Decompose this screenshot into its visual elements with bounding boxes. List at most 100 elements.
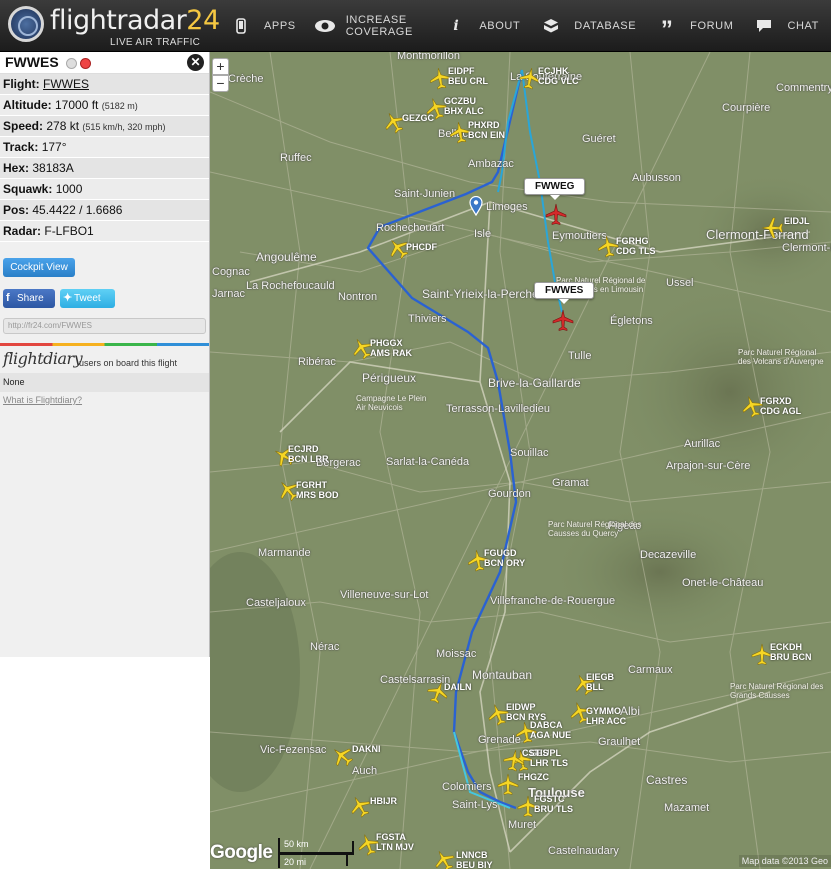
aircraft-icon[interactable] (760, 216, 784, 240)
city-label: Isle (474, 228, 492, 240)
radar-logo-icon (8, 6, 44, 42)
aircraft-flag[interactable]: FWWEG (524, 178, 586, 200)
google-logo: Google (210, 842, 273, 863)
aircraft-callsign[interactable]: ECKDH BRU BCN (770, 642, 812, 662)
zoom-out-button[interactable]: − (212, 75, 229, 92)
tweet-button[interactable]: ✦ Tweet (60, 289, 115, 308)
city-label: Saint-Junien (394, 188, 456, 200)
nav-increase-coverage[interactable]: INCREASE COVERAGE (308, 0, 438, 52)
map-view[interactable]: Montmorillon Crèche La Souterraine Guére… (210, 52, 831, 869)
city-label: Brive-la-Gaillarde (488, 376, 581, 390)
cockpit-view-button[interactable]: Cockpit View (3, 258, 75, 277)
settings-icon[interactable] (66, 58, 77, 69)
aircraft-callsign[interactable]: FGRHT MRS BOD (296, 480, 339, 500)
chat-bubble-icon (751, 17, 777, 35)
detail-row-radar: Radar: F-LFBO1 (0, 221, 209, 242)
aircraft-callsign[interactable]: PHCDF (406, 242, 437, 252)
nav-coverage-label: INCREASE COVERAGE (345, 14, 413, 38)
nav-database[interactable]: DATABASE (532, 0, 648, 52)
flightdiary-users: None (0, 373, 209, 392)
selected-plane-icon[interactable] (544, 202, 568, 226)
city-label: Crèche (228, 73, 264, 85)
map-pin-icon[interactable] (469, 196, 483, 216)
aircraft-callsign[interactable]: PHGGX AMS RAK (370, 338, 412, 358)
selected-plane-icon[interactable] (551, 308, 575, 332)
city-label: Marmande (258, 547, 311, 559)
city-label: Aurillac (684, 438, 721, 450)
flight-info-panel: FWWES ✕ Flight: FWWES Altitude: 17000 ft… (0, 52, 210, 657)
aircraft-callsign[interactable]: GYMMO LHR ACC (586, 706, 626, 726)
detail-row-speed: Speed: 278 kt (515 km/h, 320 mph) (0, 116, 209, 137)
flight-title: FWWES (5, 54, 59, 70)
city-label: Villefranche-de-Rouergue (490, 595, 616, 607)
city-label: Saint-Lys (452, 799, 498, 811)
city-label: Saint-Yrieix-la-Perche (422, 287, 539, 301)
aircraft-callsign[interactable]: HBIJR (370, 796, 397, 806)
city-label: Villeneuve-sur-Lot (340, 589, 429, 601)
eye-icon (314, 17, 336, 35)
aircraft-callsign[interactable]: EIDPF BEU CRL (448, 66, 488, 86)
scale-mi-label: 20 mi (284, 857, 307, 867)
city-label: Thiviers (408, 313, 447, 325)
nav-about[interactable]: i ABOUT (437, 0, 532, 52)
aircraft-callsign[interactable]: EIDJL (784, 216, 810, 226)
city-label: Moissac (436, 648, 477, 660)
aircraft-flag[interactable]: FWWES (534, 282, 595, 304)
city-label: Ribérac (298, 356, 336, 368)
aircraft-callsign[interactable]: ECJHK CDG VLC (538, 66, 579, 86)
aircraft-callsign[interactable]: CSTIS (522, 748, 549, 758)
facebook-icon: f (6, 292, 10, 304)
aircraft-callsign[interactable]: LNNCB BEU BIY (456, 850, 493, 869)
flightdiary-logo: flightdiary (3, 349, 83, 368)
city-label: Aubusson (632, 172, 681, 184)
city-label: Arpajon-sur-Cère (666, 460, 751, 472)
city-label: Limoges (486, 201, 528, 213)
nav-forum[interactable]: ” FORUM (648, 0, 745, 52)
city-label: Commentry (776, 82, 831, 94)
map-attribution[interactable]: Map data ©2013 Geo (738, 855, 831, 867)
color-divider (0, 343, 209, 346)
detail-row-pos: Pos: 45.4422 / 1.6686 (0, 200, 209, 221)
nav-chat[interactable]: CHAT (745, 0, 831, 52)
park-label: Campagne Le Plein Air Neuvicois (356, 394, 427, 412)
park-label: Parc Naturel Régional des Grands Causses (730, 682, 824, 700)
aircraft-callsign[interactable]: DABCA AGA NUE (530, 720, 571, 740)
nav-forum-label: FORUM (690, 20, 734, 32)
aircraft-callsign[interactable]: FGRXD CDG AGL (760, 396, 801, 416)
city-label: Égletons (610, 315, 653, 327)
city-label: Souillac (510, 447, 549, 459)
close-button[interactable]: ✕ (187, 54, 204, 71)
aircraft-callsign[interactable]: FGSTA LTN MJV (376, 832, 414, 852)
facebook-share-button[interactable]: f Share (3, 289, 55, 308)
aircraft-callsign[interactable]: GCZBU BHX ALC (444, 96, 484, 116)
scale-km-label: 50 km (284, 839, 309, 849)
city-label: Clermont-Ferrand (706, 227, 809, 242)
city-label: Montmorillon (397, 52, 460, 62)
flightdiary-caption: users on board this flight (79, 358, 178, 368)
aircraft-callsign[interactable]: DAKNI (352, 744, 381, 754)
aircraft-icon[interactable] (496, 772, 520, 796)
remove-icon[interactable] (80, 58, 91, 69)
flightradar24-logo[interactable]: flightradar24 LIVE AIR TRAFFIC (6, 4, 220, 48)
city-label: Courpière (722, 102, 771, 114)
city-label: Onet-le-Château (682, 577, 764, 589)
aircraft-callsign[interactable]: FGRHG CDG TLS (616, 236, 656, 256)
aircraft-callsign[interactable]: FGUGD BCN ORY (484, 548, 525, 568)
flight-link[interactable]: FWWES (43, 77, 89, 91)
city-label: Ussel (666, 277, 694, 289)
park-label: Parc Naturel Régional des Causses du Que… (548, 520, 642, 538)
city-label: Sarlat-la-Canéda (386, 456, 470, 468)
zoom-in-button[interactable]: + (212, 58, 229, 75)
info-icon: i (453, 18, 460, 34)
aircraft-callsign[interactable]: PHXRD BCN EIN (468, 120, 505, 140)
aircraft-callsign[interactable]: DAILN (444, 682, 472, 692)
nav-apps[interactable]: APPS (222, 0, 308, 52)
aircraft-callsign[interactable]: FHGZC (518, 772, 549, 782)
aircraft-callsign[interactable]: ECJRD BCN LRR (288, 444, 329, 464)
aircraft-callsign[interactable]: EIEGB BLL (586, 672, 614, 692)
what-is-flightdiary-link[interactable]: What is Flightdiary? (3, 395, 82, 405)
city-label: Terrasson-Lavilledieu (446, 403, 550, 415)
aircraft-callsign[interactable]: FGSTC BRU TLS (534, 794, 573, 814)
nav-database-label: DATABASE (574, 20, 637, 32)
share-url-field[interactable]: http://fr24.com/FWWES (3, 318, 206, 334)
